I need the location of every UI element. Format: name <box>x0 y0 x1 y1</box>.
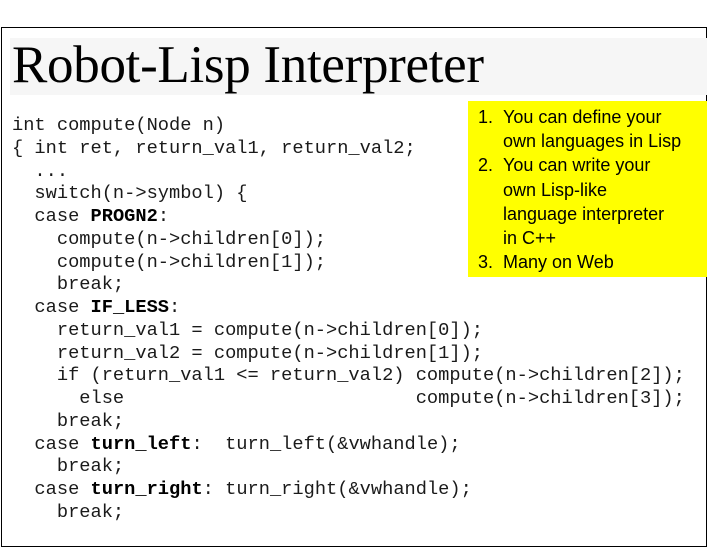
code-text: return_val1 = compute(n->children[0]); <box>12 318 484 341</box>
code-text: else compute(n->children[3]); <box>12 387 685 409</box>
code-text: break; <box>12 409 125 432</box>
code-text: compute(n->children[1]); <box>12 250 327 273</box>
code-text: compute(n->children[0]); <box>12 227 327 250</box>
code-text: ... <box>12 159 69 182</box>
code-text: break; <box>12 500 125 523</box>
list-number: 2. <box>478 155 494 176</box>
callout-box: 1. You can define your own languages in … <box>468 101 707 277</box>
code-text: case <box>12 478 91 500</box>
callout-item-1: 1. You can define your own languages in … <box>478 105 707 153</box>
code-text: { int ret, return_val1, return_val2; <box>12 136 416 159</box>
callout-line: Many on Web <box>503 252 614 273</box>
code-line: case turn_left: turn_left(&vwhandle); <box>12 433 685 456</box>
list-number: 1. <box>478 107 494 127</box>
code-line: break; <box>12 501 685 524</box>
code-text: if (return_val1 <= return_val2) compute(… <box>12 364 685 387</box>
code-text: case <box>12 432 91 455</box>
code-text: : turn_left(&vwhandle); <box>191 432 461 455</box>
callout-item-2: 2. You can write your own Lisp-like lang… <box>478 153 707 250</box>
callout-line: own Lisp-like <box>503 179 608 200</box>
code-keyword: IF_LESS <box>90 296 170 318</box>
callout-line: You can define your <box>503 107 662 127</box>
code-keyword: PROGN2 <box>90 205 158 227</box>
code-line: break; <box>12 410 685 433</box>
callout-line: in C++ <box>503 228 557 249</box>
code-line: else compute(n->children[3]); <box>12 387 685 410</box>
code-line: case turn_right: turn_right(&vwhandle); <box>12 478 685 501</box>
list-number: 3. <box>478 252 494 273</box>
code-line: return_val2 = compute(n->children[1]); <box>12 342 685 365</box>
code-text: return_val2 = compute(n->children[1]); <box>12 341 484 364</box>
code-text: case <box>12 205 91 227</box>
callout-line: language interpreter <box>503 203 665 224</box>
code-line: return_val1 = compute(n->children[0]); <box>12 319 685 342</box>
code-text: break; <box>12 455 125 478</box>
code-line: case IF_LESS: <box>12 296 685 319</box>
code-text: break; <box>12 273 125 296</box>
callout-list: 1. You can define your own languages in … <box>478 105 707 274</box>
code-text: switch(n->symbol) { <box>12 182 248 205</box>
code-keyword: turn_left <box>90 432 192 455</box>
slide-title: Robot-Lisp Interpreter <box>12 36 484 94</box>
callout-line: own languages in Lisp <box>503 131 682 152</box>
code-text: : turn_right(&vwhandle); <box>202 478 472 500</box>
code-text: : <box>157 205 170 227</box>
callout-line: You can write your <box>503 155 651 176</box>
code-text: case <box>12 296 91 318</box>
code-line: break; <box>12 455 685 478</box>
code-text: int compute(Node n) <box>12 114 226 136</box>
code-line: if (return_val1 <= return_val2) compute(… <box>12 364 685 387</box>
code-keyword: turn_right <box>90 478 203 500</box>
code-text: : <box>169 296 181 318</box>
callout-item-3: 3. Many on Web <box>478 250 707 274</box>
